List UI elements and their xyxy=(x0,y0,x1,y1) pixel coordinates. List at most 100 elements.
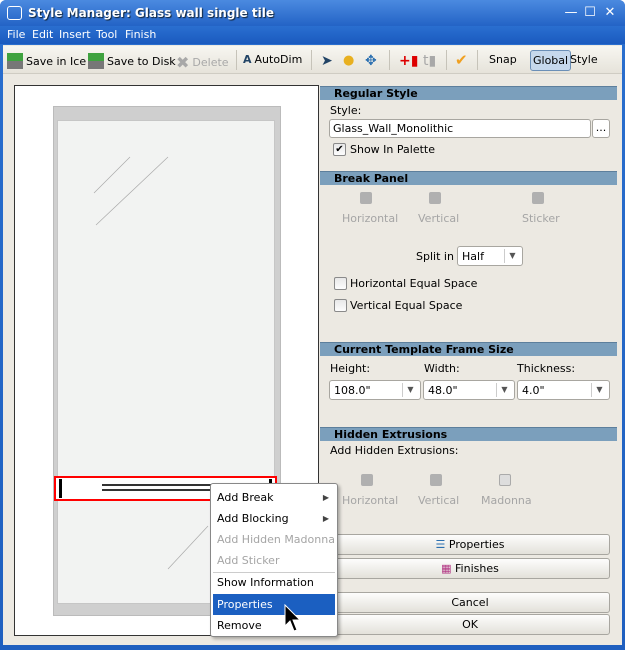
ok-button[interactable]: OK xyxy=(330,614,610,635)
width-label: Width: xyxy=(424,362,460,375)
menu-edit[interactable]: Edit xyxy=(32,28,53,41)
hidden-vertical-icon xyxy=(430,474,442,486)
hidden-horizontal-icon xyxy=(361,474,373,486)
label: AutoDim xyxy=(254,53,303,66)
menu-tool[interactable]: Tool xyxy=(96,28,117,41)
separator xyxy=(311,50,312,70)
menu-item-properties[interactable]: Properties xyxy=(213,594,335,615)
style-input[interactable]: Glass_Wall_Monolithic xyxy=(329,119,591,138)
label: Add Break xyxy=(217,491,274,504)
show-in-palette-checkbox[interactable]: ✔ xyxy=(333,143,346,156)
separator xyxy=(477,50,478,70)
split-in-label: Split in xyxy=(416,250,454,263)
height-label: Height: xyxy=(330,362,371,375)
global-toggle[interactable]: Global xyxy=(530,50,572,71)
separator xyxy=(389,50,390,70)
hidden-vertical-button[interactable]: Vertical xyxy=(418,494,459,507)
autodim-icon: A xyxy=(243,53,252,66)
vertical-break-button[interactable]: Vertical xyxy=(418,212,459,225)
horizontal-equal-space-checkbox[interactable] xyxy=(334,277,347,290)
label: Save to Disk xyxy=(107,54,176,68)
snap-button[interactable]: Snap xyxy=(489,53,517,66)
hidden-madonna-icon xyxy=(499,474,511,486)
height-value: 108.0" xyxy=(334,384,371,397)
menu-item-remove[interactable]: Remove xyxy=(213,615,335,636)
label: Save in Ice xyxy=(26,54,87,68)
context-menu: Add Break ▶ Add Blocking ▶ Add Hidden Mado… xyxy=(210,483,338,637)
minimize-button[interactable]: — xyxy=(563,5,579,20)
add-panel-icon[interactable]: +▮ xyxy=(399,53,418,69)
split-in-select[interactable]: Half ▼ xyxy=(457,246,523,266)
title-bar[interactable]: Style Manager: Glass wall single tile — … xyxy=(0,0,625,26)
cancel-button[interactable]: Cancel xyxy=(330,592,610,613)
autodim-button[interactable]: A AutoDim xyxy=(243,53,302,66)
vertical-break-icon xyxy=(429,192,441,204)
chevron-down-icon: ▼ xyxy=(402,383,418,397)
menu-insert[interactable]: Insert xyxy=(59,28,91,41)
properties-icon: ☰ xyxy=(435,538,449,551)
sticker-icon xyxy=(532,192,544,204)
menu-item-add-hidden-madonna[interactable]: Add Hidden Madonna xyxy=(213,529,335,550)
add-hidden-extrusions-label: Add Hidden Extrusions: xyxy=(330,444,459,457)
vertical-equal-space-label: Vertical Equal Space xyxy=(350,299,463,312)
width-select[interactable]: 48.0" ▼ xyxy=(423,380,515,400)
label: Add Blocking xyxy=(217,512,289,525)
width-value: 48.0" xyxy=(428,384,458,397)
hidden-extrusions-header: Hidden Extrusions xyxy=(320,427,617,441)
label: Delete xyxy=(192,56,229,69)
thickness-select[interactable]: 4.0" ▼ xyxy=(517,380,610,400)
vertical-equal-space-checkbox[interactable] xyxy=(334,299,347,312)
split-value: Half xyxy=(462,250,484,263)
mouse-cursor-icon xyxy=(284,604,302,632)
save-in-ice-button[interactable]: Save in Ice xyxy=(7,53,86,69)
menu-item-show-information[interactable]: Show Information xyxy=(213,572,335,593)
move-icon[interactable]: ✥ xyxy=(365,53,377,69)
finishes-button[interactable]: ▦ Finishes xyxy=(330,558,610,579)
close-button[interactable]: ✕ xyxy=(602,5,618,20)
break-panel-header: Break Panel xyxy=(320,171,617,185)
panel-icon[interactable]: t▮ xyxy=(423,53,436,69)
delete-icon: ✖ xyxy=(176,53,190,72)
maximize-button[interactable]: ☐ xyxy=(582,5,598,20)
menu-item-add-break[interactable]: Add Break ▶ xyxy=(213,487,335,508)
chevron-down-icon: ▼ xyxy=(591,383,607,397)
finishes-icon: ▦ xyxy=(441,562,456,575)
save-to-disk-button[interactable]: Save to Disk xyxy=(88,53,176,69)
horizontal-break-icon xyxy=(360,192,372,204)
browse-style-button[interactable]: ... xyxy=(592,119,610,138)
delete-button[interactable]: ✖ Delete xyxy=(176,53,229,72)
menu-bar: File Edit Insert Tool Finish xyxy=(0,26,625,44)
chevron-down-icon: ▼ xyxy=(504,249,520,263)
style-label: Style: xyxy=(330,104,362,117)
menu-item-add-blocking[interactable]: Add Blocking ▶ xyxy=(213,508,335,529)
menu-finish[interactable]: Finish xyxy=(125,28,156,41)
zoom-icon[interactable]: ● xyxy=(343,53,354,68)
horizontal-break-button[interactable]: Horizontal xyxy=(342,212,398,225)
hidden-madonna-button[interactable]: Madonna xyxy=(481,494,532,507)
regular-style-header: Regular Style xyxy=(320,86,617,100)
sticker-button[interactable]: Sticker xyxy=(522,212,560,225)
hidden-horizontal-button[interactable]: Horizontal xyxy=(342,494,398,507)
properties-button[interactable]: ☰ Properties xyxy=(330,534,610,555)
app-icon xyxy=(7,6,22,20)
thickness-value: 4.0" xyxy=(522,384,545,397)
pointer-icon[interactable]: ➤ xyxy=(321,53,333,69)
frame-size-header: Current Template Frame Size xyxy=(320,342,617,356)
toolbar: Save in Ice Save to Disk ✖ Delete A AutoDi… xyxy=(3,46,622,74)
separator xyxy=(236,50,237,70)
chevron-down-icon: ▼ xyxy=(496,383,512,397)
label: Properties xyxy=(448,538,505,551)
check-icon[interactable]: ✔ xyxy=(455,51,468,69)
separator xyxy=(446,50,447,70)
submenu-arrow-icon: ▶ xyxy=(322,514,329,523)
show-in-palette-label: Show In Palette xyxy=(350,143,435,156)
menu-item-add-sticker[interactable]: Add Sticker xyxy=(213,550,335,571)
thickness-label: Thickness: xyxy=(517,362,576,375)
style-toggle[interactable]: Style xyxy=(570,53,598,66)
save-icon xyxy=(7,53,23,69)
window-title: Style Manager: Glass wall single tile xyxy=(28,6,274,20)
height-select[interactable]: 108.0" ▼ xyxy=(329,380,421,400)
menu-file[interactable]: File xyxy=(7,28,25,41)
submenu-arrow-icon: ▶ xyxy=(322,493,329,502)
label: Finishes xyxy=(455,562,499,575)
